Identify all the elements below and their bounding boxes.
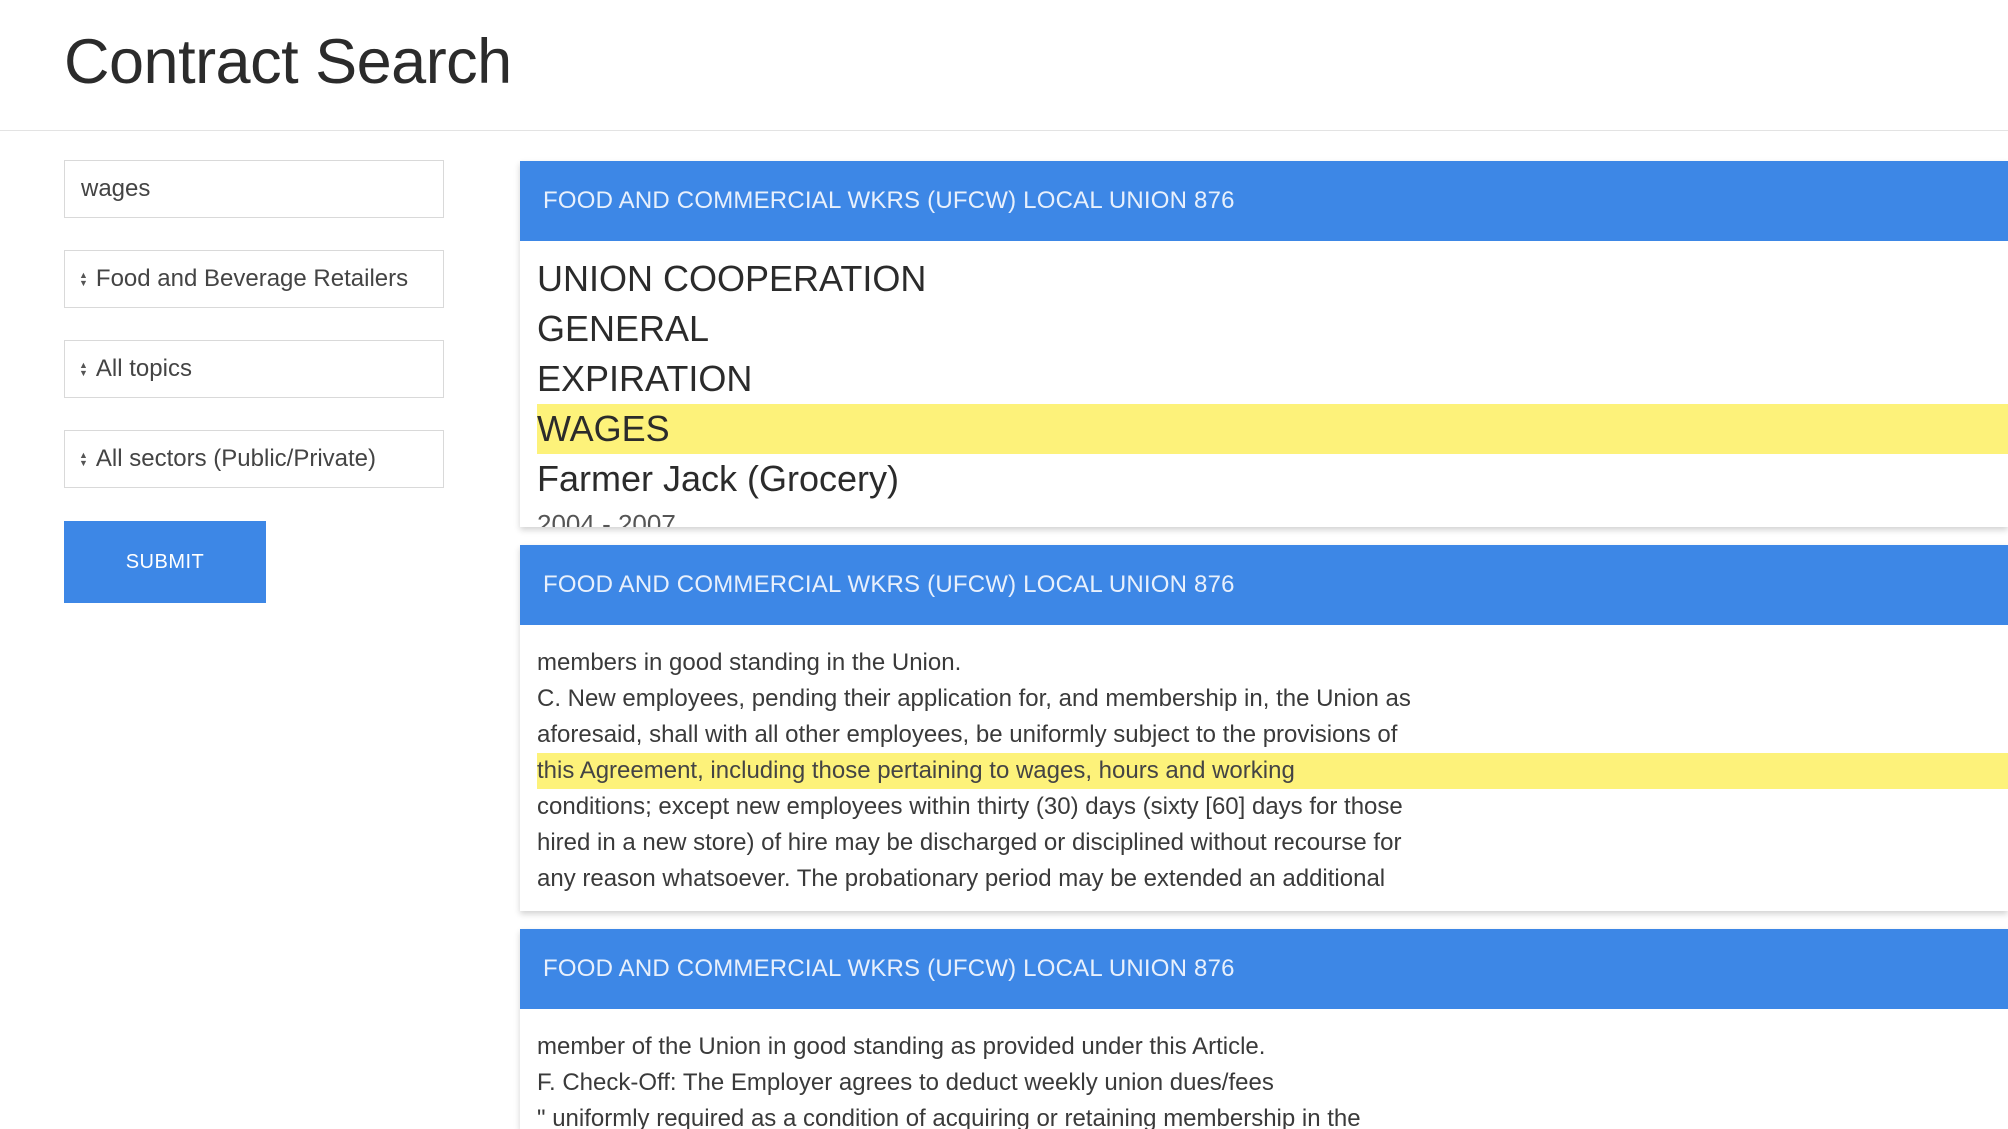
result-line: Farmer Jack (Grocery) <box>537 458 900 499</box>
result-line: F. Check-Off: The Employer agrees to ded… <box>537 1069 1274 1096</box>
sector-select[interactable]: ▲ ▼ All sectors (Public/Private) <box>64 430 444 488</box>
search-input-wrapper <box>64 160 444 218</box>
industry-select-value: Food and Beverage Retailers <box>95 265 409 292</box>
result-line: 2004 - 2007 <box>537 509 676 527</box>
select-arrows-icon: ▲ ▼ <box>79 450 88 468</box>
result-card-header[interactable]: FOOD AND COMMERCIAL WKRS (UFCW) LOCAL UN… <box>520 545 2008 625</box>
select-arrows-icon: ▲ ▼ <box>79 270 88 288</box>
result-card-header[interactable]: FOOD AND COMMERCIAL WKRS (UFCW) LOCAL UN… <box>520 161 2008 241</box>
page-header: Contract Search <box>0 0 2008 131</box>
result-line-highlighted: this Agreement, including those pertaini… <box>537 753 2008 789</box>
result-card-body: members in good standing in the Union. C… <box>520 625 2008 897</box>
result-line: aforesaid, shall with all other employee… <box>537 721 1398 748</box>
result-line: members in good standing in the Union. <box>537 649 962 676</box>
result-line: conditions; except new employees within … <box>537 793 1403 820</box>
result-line: member of the Union in good standing as … <box>537 1033 1266 1060</box>
result-card[interactable]: FOOD AND COMMERCIAL WKRS (UFCW) LOCAL UN… <box>520 161 2008 527</box>
result-line: " uniformly required as a condition of a… <box>537 1105 1361 1129</box>
result-card-body: member of the Union in good standing as … <box>520 1009 2008 1129</box>
result-line: EXPIRATION <box>537 358 753 399</box>
submit-button[interactable]: SUBMIT <box>64 521 266 603</box>
result-card[interactable]: FOOD AND COMMERCIAL WKRS (UFCW) LOCAL UN… <box>520 545 2008 911</box>
result-line: C. New employees, pending their applicat… <box>537 685 1411 712</box>
result-card[interactable]: FOOD AND COMMERCIAL WKRS (UFCW) LOCAL UN… <box>520 929 2008 1129</box>
topic-select[interactable]: ▲ ▼ All topics <box>64 340 444 398</box>
topic-select-value: All topics <box>95 355 192 382</box>
search-input[interactable] <box>65 161 443 217</box>
result-line: GENERAL <box>537 308 710 349</box>
result-line: UNION COOPERATION <box>537 258 927 299</box>
page-title: Contract Search <box>64 27 512 97</box>
select-arrows-icon: ▲ ▼ <box>79 360 88 378</box>
industry-select[interactable]: ▲ ▼ Food and Beverage Retailers <box>64 250 444 308</box>
result-line: hired in a new store) of hire may be dis… <box>537 829 1402 856</box>
result-card-body: UNION COOPERATION GENERAL EXPIRATION WAG… <box>520 241 2008 527</box>
result-line: any reason whatsoever. The probationary … <box>537 865 1386 892</box>
sector-select-value: All sectors (Public/Private) <box>95 445 376 472</box>
result-line-highlighted: WAGES <box>537 404 2008 454</box>
result-card-header[interactable]: FOOD AND COMMERCIAL WKRS (UFCW) LOCAL UN… <box>520 929 2008 1009</box>
